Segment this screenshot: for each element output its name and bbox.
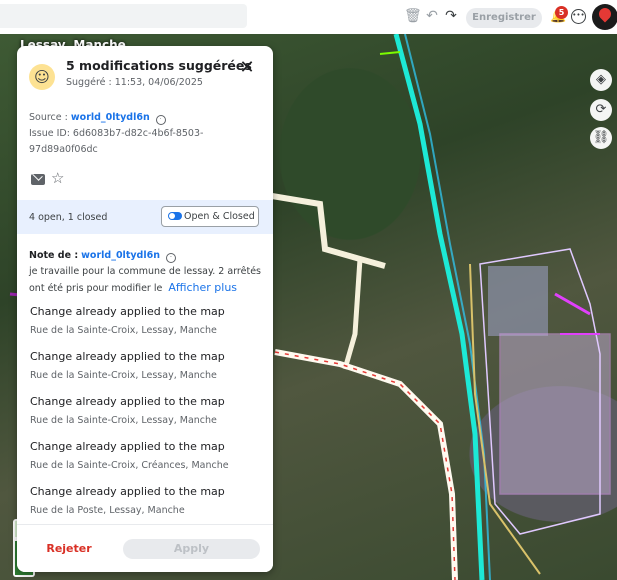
- layers-icon[interactable]: ◈: [590, 69, 612, 91]
- note-section: Note de : world_0ltydl6n · je travaille …: [29, 248, 261, 297]
- change-title: Change already applied to the map: [30, 305, 225, 318]
- issue-id-line-1: Issue ID: 6d6083b7-d82c-4b6f-8503-: [29, 128, 204, 139]
- note-user-link[interactable]: world_0ltydl6n: [81, 250, 160, 261]
- waze-logo-icon: ☺: [29, 64, 55, 90]
- filter-bar: 4 open, 1 closed Open & Closed: [17, 200, 273, 234]
- issue-id-line-2: 97d89a0f06dc: [29, 144, 98, 155]
- note-text: ont été pris pour modifier le: [29, 283, 163, 294]
- list-item[interactable]: Change already applied to the map Rue de…: [30, 394, 262, 439]
- note-label: Note de :: [29, 250, 79, 261]
- note-text-line-2: ont été pris pour modifier le Afficher pl…: [29, 280, 261, 297]
- close-icon[interactable]: ✕: [237, 58, 257, 78]
- open-closed-filter-button[interactable]: Open & Closed: [161, 206, 259, 227]
- suggestion-panel: ☺ 5 modifications suggérées Suggéré : 11…: [17, 46, 273, 572]
- change-address: Rue de la Poste, Lessay, Manche: [30, 505, 185, 516]
- toggle-icon: [168, 212, 182, 220]
- source-label: Source :: [29, 112, 68, 123]
- issue-meta: Source : world_0ltydl6n · Issue ID: 6d60…: [29, 110, 261, 158]
- note-text-line-1: je travaille pour la commune de lessay. …: [29, 266, 261, 277]
- list-item[interactable]: Change already applied to the map Rue de…: [30, 304, 262, 349]
- list-item[interactable]: Change already applied to the map Rue de…: [30, 484, 262, 529]
- change-title: Change already applied to the map: [30, 485, 225, 498]
- panel-footer: Rejeter Apply: [17, 524, 273, 572]
- show-more-link[interactable]: Afficher plus: [168, 281, 237, 294]
- pin-icon: [596, 5, 614, 23]
- link-icon[interactable]: ⛓: [590, 127, 612, 149]
- chat-icon[interactable]: •••: [571, 9, 586, 24]
- change-title: Change already applied to the map: [30, 350, 225, 363]
- change-address: Rue de la Sainte-Croix, Lessay, Manche: [30, 370, 217, 381]
- undo-icon[interactable]: ↶: [424, 8, 440, 24]
- panel-title: 5 modifications suggérées: [66, 58, 252, 73]
- chat-bubble-icon[interactable]: ·: [166, 253, 177, 263]
- panel-subtitle: Suggéré : 11:53, 04/06/2025: [66, 77, 203, 88]
- list-item[interactable]: Change already applied to the map Rue de…: [30, 439, 262, 484]
- source-user-link[interactable]: world_0ltydl6n: [71, 112, 150, 123]
- save-button[interactable]: Enregistrer: [466, 8, 542, 28]
- refresh-icon[interactable]: ⟳: [590, 99, 612, 121]
- filter-button-label: Open & Closed: [184, 211, 255, 222]
- change-title: Change already applied to the map: [30, 395, 225, 408]
- redo-icon[interactable]: ↷: [443, 8, 459, 24]
- chat-bubble-icon[interactable]: ·: [155, 115, 166, 125]
- top-bar: 🗑 ↶ ↷ Enregistrer 🔔 5 •••: [0, 0, 617, 34]
- change-address: Rue de la Sainte-Croix, Lessay, Manche: [30, 325, 217, 336]
- note-header: Note de : world_0ltydl6n ·: [29, 248, 261, 264]
- trash-icon[interactable]: 🗑: [404, 8, 422, 24]
- filter-summary: 4 open, 1 closed: [29, 212, 108, 223]
- reject-button[interactable]: Rejeter: [35, 539, 103, 559]
- change-address: Rue de la Sainte-Croix, Créances, Manche: [30, 460, 229, 471]
- search-input[interactable]: [0, 4, 247, 28]
- apply-button[interactable]: Apply: [123, 539, 260, 559]
- mail-icon[interactable]: [31, 174, 45, 185]
- list-item[interactable]: Change already applied to the map Rue de…: [30, 349, 262, 394]
- change-address: Rue de la Sainte-Croix, Lessay, Manche: [30, 415, 217, 426]
- change-list: Change already applied to the map Rue de…: [30, 304, 262, 529]
- avatar[interactable]: [592, 4, 617, 30]
- star-icon[interactable]: ☆: [51, 170, 64, 186]
- source-line: Source : world_0ltydl6n ·: [29, 110, 261, 126]
- notification-badge: 5: [555, 6, 568, 19]
- change-title: Change already applied to the map: [30, 440, 225, 453]
- panel-header: ☺ 5 modifications suggérées Suggéré : 11…: [17, 46, 273, 106]
